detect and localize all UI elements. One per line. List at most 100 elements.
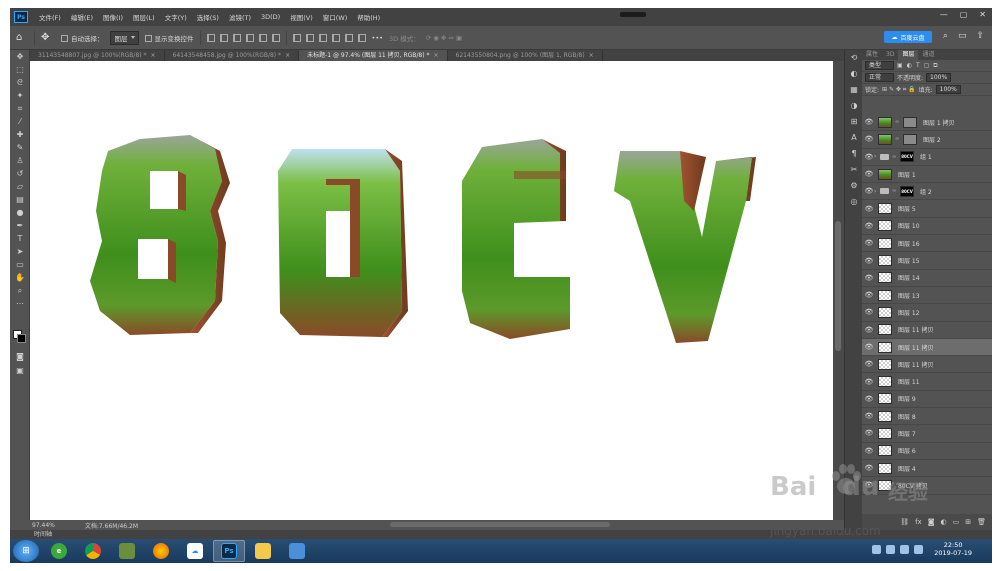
home-icon[interactable]: ⌂ bbox=[16, 32, 28, 44]
eraser-icon[interactable]: ▱ bbox=[10, 180, 30, 193]
filter-shape-icon[interactable]: ▢ bbox=[924, 62, 930, 70]
layer-row[interactable]: 👁 图层 7 bbox=[862, 425, 992, 443]
photoshop-logo-icon[interactable]: Ps bbox=[14, 11, 28, 23]
align-top-icon[interactable] bbox=[206, 33, 215, 42]
layer-row[interactable]: 👁 图层 1 bbox=[862, 166, 992, 184]
layer-row[interactable]: 👁 图层 11 拷贝 bbox=[862, 338, 992, 357]
blend-mode-dropdown[interactable]: 正常 bbox=[865, 73, 895, 82]
taskbar-app-photoshop[interactable]: Ps bbox=[213, 540, 245, 562]
fill-field[interactable]: 100% bbox=[935, 85, 961, 94]
move-tool-icon[interactable]: ✥ bbox=[41, 31, 55, 45]
character-icon[interactable]: A bbox=[845, 130, 863, 146]
layer-thumbnail[interactable] bbox=[878, 393, 892, 405]
marquee-tool-icon[interactable]: ⬚ bbox=[10, 63, 30, 76]
distribute-top-icon[interactable] bbox=[292, 33, 301, 42]
filter-adjustment-icon[interactable]: ◐ bbox=[907, 62, 912, 70]
menu-help[interactable]: 帮助(H) bbox=[352, 12, 385, 22]
layer-row[interactable]: 👁 图层 5 bbox=[862, 200, 992, 218]
visibility-eye-icon[interactable]: 👁 bbox=[864, 447, 874, 455]
more-tools-icon[interactable]: ⋯ bbox=[10, 297, 30, 310]
menu-view[interactable]: 视图(V) bbox=[285, 12, 318, 22]
canvas-vertical-scrollbar[interactable] bbox=[833, 61, 844, 520]
layer-row[interactable]: 👁 › ∞ 80CV 组 2 bbox=[862, 183, 992, 201]
workspace-icon[interactable]: ▭ bbox=[958, 31, 967, 41]
visibility-eye-icon[interactable]: 👁 bbox=[864, 239, 874, 247]
brush-tool-icon[interactable]: ✎ bbox=[10, 141, 30, 154]
menu-edit[interactable]: 编辑(E) bbox=[66, 12, 98, 22]
layer-thumbnail[interactable] bbox=[878, 376, 892, 388]
search-icon[interactable]: ⌕ bbox=[943, 31, 948, 41]
layer-thumbnail[interactable] bbox=[878, 341, 892, 353]
maximize-icon[interactable]: ▢ bbox=[960, 10, 968, 19]
layer-thumbnail[interactable] bbox=[878, 358, 892, 370]
visibility-eye-icon[interactable]: 👁 bbox=[864, 135, 874, 143]
dodge-tool-icon[interactable]: ● bbox=[10, 206, 30, 219]
layer-thumbnail[interactable] bbox=[878, 133, 892, 145]
auto-select-checkbox[interactable]: 自动选择： bbox=[61, 33, 104, 43]
tab-channels[interactable]: 通道 bbox=[918, 50, 938, 60]
type-tool-icon[interactable]: T bbox=[10, 232, 30, 245]
rectangle-tool-icon[interactable]: ▭ bbox=[10, 258, 30, 271]
lock-icons[interactable]: ⊞ ✎ ✥ ⌗ 🔒 bbox=[882, 86, 916, 94]
visibility-eye-icon[interactable]: 👁 bbox=[864, 153, 874, 161]
paths-icon[interactable]: ⊞ bbox=[845, 114, 863, 130]
stamp-tool-icon[interactable]: ♙ bbox=[10, 154, 30, 167]
eyedropper-icon[interactable]: ⁄ bbox=[10, 115, 30, 128]
visibility-eye-icon[interactable]: 👁 bbox=[864, 360, 874, 368]
taskbar-app-chrome[interactable] bbox=[77, 540, 109, 562]
taskbar-app-image-viewer[interactable] bbox=[281, 540, 313, 562]
layer-row[interactable]: 👁 图层 12 bbox=[862, 304, 992, 322]
layer-thumbnail[interactable]: 80CV bbox=[900, 151, 914, 163]
layer-row[interactable]: 👁 图层 15 bbox=[862, 252, 992, 270]
quick-mask-icon[interactable]: ◙ bbox=[10, 350, 30, 363]
filter-pixel-icon[interactable]: ▣ bbox=[897, 62, 903, 70]
taskbar-app-minecraft[interactable] bbox=[111, 540, 143, 562]
tab-layers[interactable]: 图层 bbox=[898, 50, 919, 60]
tab-doc-1[interactable]: 31143548807.jpg @ 100%(RGB/8) * × bbox=[30, 50, 165, 61]
layer-mask-thumbnail[interactable] bbox=[903, 116, 917, 128]
visibility-eye-icon[interactable]: 👁 bbox=[864, 274, 874, 282]
visibility-eye-icon[interactable]: 👁 bbox=[864, 429, 874, 437]
layer-row[interactable]: 👁 图层 6 bbox=[862, 443, 992, 460]
zoom-tool-icon[interactable]: ⌕ bbox=[10, 284, 30, 297]
layer-thumbnail[interactable] bbox=[878, 168, 892, 180]
close-icon[interactable]: × bbox=[434, 52, 439, 59]
menu-file[interactable]: 文件(F) bbox=[34, 12, 66, 22]
layer-row[interactable]: 👁 图层 16 bbox=[862, 235, 992, 253]
adjustments-icon[interactable]: ◑ bbox=[845, 98, 863, 114]
visibility-eye-icon[interactable]: 👁 bbox=[864, 308, 874, 316]
align-left-icon[interactable] bbox=[245, 33, 254, 42]
crop-tool-icon[interactable]: ⌗ bbox=[10, 102, 30, 115]
taskbar-app-baidu-cloud[interactable]: ☁ bbox=[179, 540, 211, 562]
baidu-cloud-button[interactable]: ☁ 百度云盘 bbox=[884, 31, 932, 43]
distribute-left-icon[interactable] bbox=[331, 33, 340, 42]
screen-mode-icon[interactable]: ▣ bbox=[10, 364, 30, 377]
menu-image[interactable]: 图像(I) bbox=[98, 12, 128, 22]
doc-size[interactable]: 文档:7.66M/46.2M bbox=[85, 521, 138, 530]
brush-settings-icon[interactable]: ⚙ bbox=[845, 178, 863, 194]
layer-thumbnail[interactable] bbox=[878, 272, 892, 284]
close-icon[interactable]: × bbox=[589, 52, 594, 59]
align-right-icon[interactable] bbox=[271, 33, 280, 42]
link-icon[interactable]: ∞ bbox=[892, 188, 896, 194]
menu-layer[interactable]: 图层(L) bbox=[128, 12, 160, 22]
link-icon[interactable]: ∞ bbox=[895, 119, 899, 125]
align-vcenter-icon[interactable] bbox=[219, 33, 228, 42]
tab-doc-active[interactable]: 未标题-1 @ 97.4% (图层 11 拷贝, RGB/8) * × bbox=[299, 50, 448, 61]
layer-thumbnail[interactable] bbox=[878, 255, 892, 267]
minimize-icon[interactable]: — bbox=[940, 10, 948, 19]
path-select-icon[interactable]: ➤ bbox=[10, 245, 30, 258]
layer-thumbnail[interactable]: 80CV bbox=[900, 185, 914, 197]
share-icon[interactable]: ⇪ bbox=[976, 31, 984, 41]
layer-row[interactable]: 👁 图层 11 拷贝 bbox=[862, 356, 992, 374]
hand-tool-icon[interactable]: ✋ bbox=[10, 271, 30, 284]
visibility-eye-icon[interactable]: 👁 bbox=[864, 118, 874, 126]
gradient-tool-icon[interactable]: ▤ bbox=[10, 193, 30, 206]
background-color-swatch[interactable] bbox=[17, 334, 26, 343]
healing-brush-icon[interactable]: ✚ bbox=[10, 128, 30, 141]
tab-doc-2[interactable]: 64143548458.jpg @ 100%(RGB/8) * × bbox=[165, 50, 300, 61]
layer-row[interactable]: 👁 图层 11 拷贝 bbox=[862, 322, 992, 339]
layer-thumbnail[interactable] bbox=[878, 220, 892, 232]
libraries-icon[interactable]: ◎ bbox=[845, 194, 863, 210]
move-tool-icon[interactable]: ✥ bbox=[10, 50, 30, 63]
